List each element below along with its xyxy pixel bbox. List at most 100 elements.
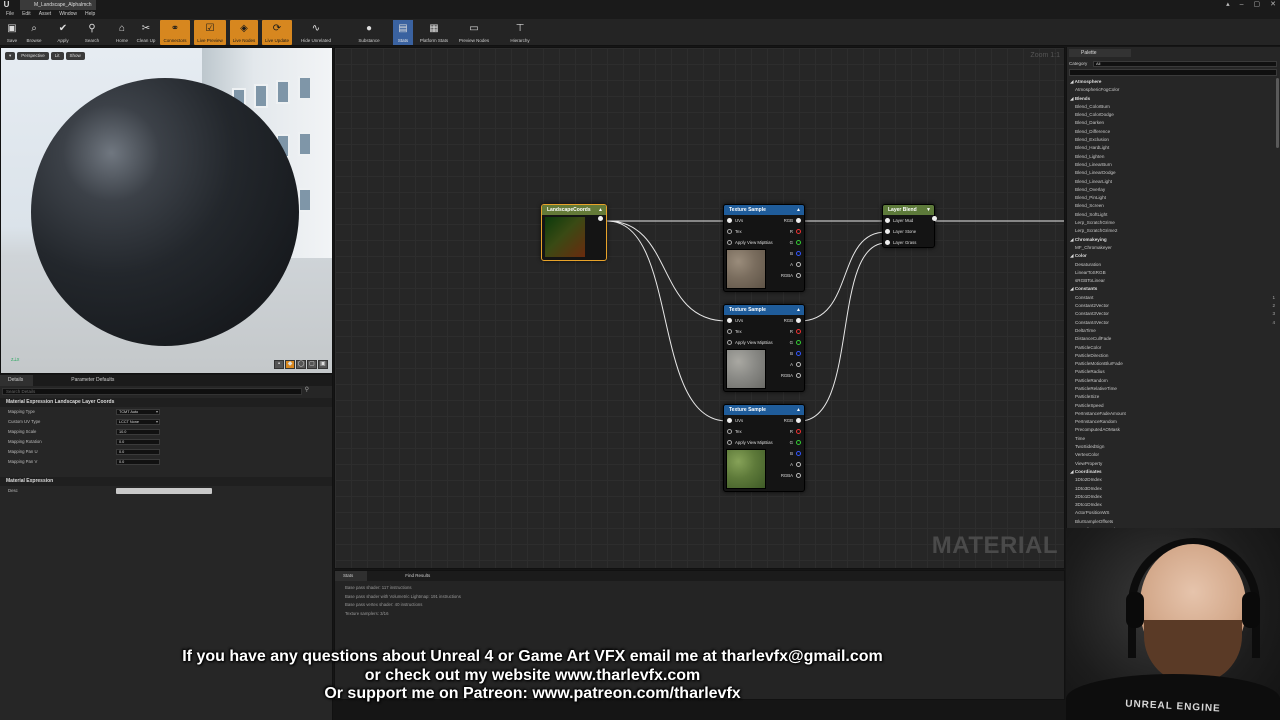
palette-item[interactable]: sRGBToLinear (1069, 277, 1277, 285)
palette-item[interactable]: Blend_SoftLight (1069, 211, 1277, 219)
output-pin[interactable] (932, 216, 937, 221)
tab-find-results[interactable]: Find Results (397, 571, 444, 581)
palette-category[interactable]: ◢ Atmosphere (1069, 78, 1277, 86)
node-layer-blend[interactable]: Layer Blend ▼ Layer Mud Layer Stone Layer G… (882, 204, 937, 248)
palette-item[interactable]: Desaturation (1069, 261, 1277, 269)
collapse-arrow-icon[interactable]: ▲ (796, 205, 801, 215)
palette-item[interactable]: LinearToSRGB (1069, 269, 1277, 277)
output-pin[interactable] (796, 439, 801, 445)
search-button[interactable]: ⚲ Search (82, 20, 102, 45)
input-pin[interactable] (885, 228, 890, 234)
maximize-icon[interactable]: ▢ (1254, 0, 1261, 10)
category-select[interactable]: All (1093, 61, 1277, 67)
palette-item[interactable]: Blend_Difference (1069, 128, 1277, 136)
palette-item[interactable]: Time (1069, 435, 1277, 443)
output-pin[interactable] (796, 239, 801, 245)
palette-item[interactable]: Blend_ColorBurn (1069, 103, 1277, 111)
palette-item[interactable]: Blend_ColorDodge (1069, 111, 1277, 119)
save-button[interactable]: ▣ Save (3, 20, 21, 45)
collapse-icon[interactable]: ▴ (1226, 0, 1230, 10)
palette-item[interactable]: PerInstanceFadeAmount (1069, 410, 1277, 418)
palette-item[interactable]: ActorPositionWS (1069, 509, 1277, 517)
palette-category[interactable]: ◢ Chromakeying (1069, 236, 1277, 244)
input-pin[interactable] (727, 428, 732, 434)
preview-grid-button[interactable]: ▪ (274, 360, 284, 369)
node-landscape-coords[interactable]: LandscapeCoords ▲ (541, 204, 607, 261)
palette-category[interactable]: ◢ Coordinates (1069, 468, 1277, 476)
collapse-arrow-icon[interactable]: ▲ (796, 305, 801, 315)
tab-parameter-defaults[interactable]: Parameter Defaults (63, 375, 124, 386)
tab-details[interactable]: Details (0, 375, 34, 386)
home-button[interactable]: ⌂ Home (112, 20, 132, 45)
menu-window[interactable]: Window (59, 10, 77, 19)
palette-item[interactable]: ParticleRadius (1069, 368, 1277, 376)
details-search-input[interactable]: Search Details ⚲ (2, 387, 309, 395)
output-pin[interactable] (796, 339, 801, 345)
palette-item[interactable]: ViewProperty (1069, 460, 1277, 468)
palette-item[interactable]: Blend_LinearDodge (1069, 169, 1277, 177)
palette-item[interactable]: Blend_Lighten (1069, 153, 1277, 161)
palette-item[interactable]: Constant4Vector 4 (1069, 319, 1277, 327)
dropdown-arrow-icon[interactable]: ▼ (926, 205, 931, 215)
output-pin[interactable] (796, 472, 801, 478)
property-input[interactable]: 0.0 (116, 439, 160, 445)
palette-item[interactable]: 3Dto1DIndex (1069, 501, 1277, 509)
menu-help[interactable]: Help (85, 10, 95, 19)
property-input[interactable]: 0.0 (116, 449, 160, 455)
palette-item[interactable]: Constant3Vector 3 (1069, 310, 1277, 318)
output-pin[interactable] (796, 272, 801, 278)
node-texture-sample-3[interactable]: Texture Sample ▲ UVs Tex Apply View MipBias R… (723, 404, 805, 492)
palette-item[interactable]: 2Dto1DIndex (1069, 493, 1277, 501)
palette-item[interactable]: DistanceCullFade (1069, 335, 1277, 343)
input-pin[interactable] (727, 439, 732, 445)
property-input[interactable]: 0.0 (116, 459, 160, 465)
output-pin[interactable] (796, 428, 801, 434)
palette-item[interactable]: ParticleColor (1069, 344, 1277, 352)
lit-button[interactable]: Lit (50, 52, 64, 60)
menu-asset[interactable]: Asset (39, 10, 52, 19)
live-nodes-button[interactable]: ◈ Live Nodes (230, 20, 258, 45)
node-texture-sample-2[interactable]: Texture Sample ▲ UVs Tex Apply View MipBias R… (723, 304, 805, 392)
input-pin[interactable] (727, 217, 732, 223)
section-material-expression[interactable]: Material Expression (0, 477, 332, 486)
palette-item[interactable]: ParticleDirection (1069, 352, 1277, 360)
output-pin[interactable] (796, 417, 801, 423)
material-graph[interactable]: Zoom 1:1 MATERIAL LandscapeCoords ▲ Textu… (334, 47, 1065, 569)
palette-item[interactable]: DeltaTime (1069, 327, 1277, 335)
palette-item[interactable]: Blend_Darken (1069, 119, 1277, 127)
property-dropdown[interactable]: LCCT None (116, 419, 160, 425)
input-pin[interactable] (727, 317, 732, 323)
palette-item[interactable]: ParticleRandom (1069, 377, 1277, 385)
close-icon[interactable]: ✕ (1270, 0, 1276, 10)
platform-stats-button[interactable]: ▦ Platform Stats (416, 20, 452, 45)
palette-item[interactable]: MF_Chromakeyer (1069, 244, 1277, 252)
palette-item[interactable]: Lerp_ScratchGrime2 (1069, 227, 1277, 235)
palette-item[interactable]: VertexColor (1069, 451, 1277, 459)
tab-palette[interactable]: Palette (1069, 49, 1131, 57)
output-pin[interactable] (796, 228, 801, 234)
input-pin[interactable] (727, 339, 732, 345)
browse-button[interactable]: ⌕ Browse (24, 20, 44, 45)
tab-stats[interactable]: Stats (335, 571, 368, 581)
preview-cylinder-button[interactable]: ◯ (296, 360, 306, 369)
substance-button[interactable]: ● Substance (354, 20, 384, 45)
preview-viewport[interactable]: ▾ Perspective Lit Show ▪ ◆ ◯ ▢ ▣ z⟂x (0, 47, 333, 374)
palette-item[interactable]: TwoSidedSign (1069, 443, 1277, 451)
clean-up-button[interactable]: ✂ Clean Up (134, 20, 158, 45)
preview-cube-button[interactable]: ▣ (318, 360, 328, 369)
hide-unrelated-button[interactable]: ∿ Hide Unrelated (296, 20, 336, 45)
menu-file[interactable]: File (6, 10, 14, 19)
output-pin[interactable] (598, 216, 603, 221)
output-pin[interactable] (796, 372, 801, 378)
palette-item[interactable]: Blend_LinearLight (1069, 178, 1277, 186)
live-update-button[interactable]: ⟳ Live Update (262, 20, 292, 45)
output-pin[interactable] (796, 261, 801, 267)
collapse-arrow-icon[interactable]: ▲ (796, 405, 801, 415)
palette-item[interactable]: Blend_HardLight (1069, 144, 1277, 152)
preview-nodes-button[interactable]: ▭ Preview Nodes (456, 20, 492, 45)
palette-category[interactable]: ◢ Constants (1069, 285, 1277, 293)
palette-item[interactable]: PerInstanceRandom (1069, 418, 1277, 426)
output-pin[interactable] (796, 328, 801, 334)
output-pin[interactable] (796, 250, 801, 256)
perspective-button[interactable]: Perspective (17, 52, 49, 60)
